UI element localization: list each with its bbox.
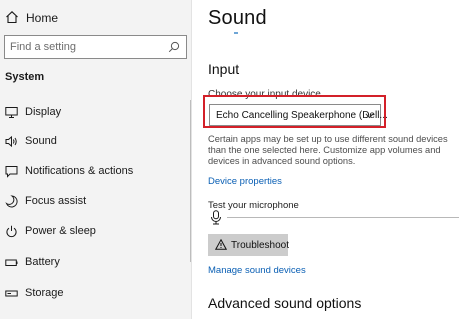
- sidebar-item-notifications[interactable]: Notifications & actions: [0, 157, 190, 187]
- device-properties-link[interactable]: Device properties: [208, 176, 282, 187]
- search-placeholder: Find a setting: [10, 41, 77, 53]
- sidebar: Home Find a setting System Display Sound…: [0, 0, 192, 319]
- home-label: Home: [26, 11, 59, 25]
- search-icon: [168, 41, 180, 53]
- device-description: Certain apps may be set up to use differ…: [208, 134, 448, 166]
- power-icon: [6, 225, 17, 238]
- home-nav-item[interactable]: Home: [0, 0, 190, 34]
- mic-level-meter: [227, 217, 459, 218]
- sidebar-item-label: Focus assist: [25, 195, 87, 207]
- sidebar-item-label: Storage: [25, 287, 64, 299]
- divider: [191, 0, 192, 319]
- storage-icon: [5, 290, 18, 297]
- warning-icon: [215, 239, 227, 250]
- moon-icon: [5, 195, 18, 208]
- sidebar-item-label: Display: [25, 106, 62, 118]
- scroll-hint: [234, 32, 238, 34]
- search-input[interactable]: Find a setting: [4, 35, 187, 59]
- troubleshoot-button[interactable]: Troubleshoot: [208, 234, 289, 256]
- input-heading: Input: [208, 61, 240, 77]
- microphone-icon: [211, 210, 221, 225]
- sidebar-item-sound[interactable]: Sound: [0, 127, 190, 157]
- sidebar-item-label: Sound: [25, 135, 57, 147]
- section-title: System: [5, 71, 45, 83]
- troubleshoot-label: Troubleshoot: [231, 240, 289, 251]
- sidebar-item-label: Notifications & actions: [25, 165, 134, 177]
- sidebar-item-storage[interactable]: Storage: [0, 279, 190, 309]
- sidebar-item-display[interactable]: Display: [0, 98, 190, 128]
- sidebar-item-power-sleep[interactable]: Power & sleep: [0, 217, 190, 247]
- highlight-box: [203, 95, 386, 128]
- sidebar-item-focus-assist[interactable]: Focus assist: [0, 187, 190, 217]
- speaker-icon: [5, 135, 17, 148]
- monitor-icon: [5, 107, 18, 118]
- sidebar-item-label: Power & sleep: [25, 225, 96, 237]
- sidebar-item-label: Battery: [25, 256, 60, 268]
- manage-sound-devices-link[interactable]: Manage sound devices: [208, 265, 306, 276]
- sidebar-item-battery[interactable]: Battery: [0, 248, 190, 278]
- home-icon: [6, 11, 18, 24]
- notification-icon: [5, 166, 18, 178]
- advanced-sound-heading: Advanced sound options: [208, 295, 362, 311]
- battery-icon: [5, 259, 18, 266]
- page-title: Sound: [208, 7, 267, 29]
